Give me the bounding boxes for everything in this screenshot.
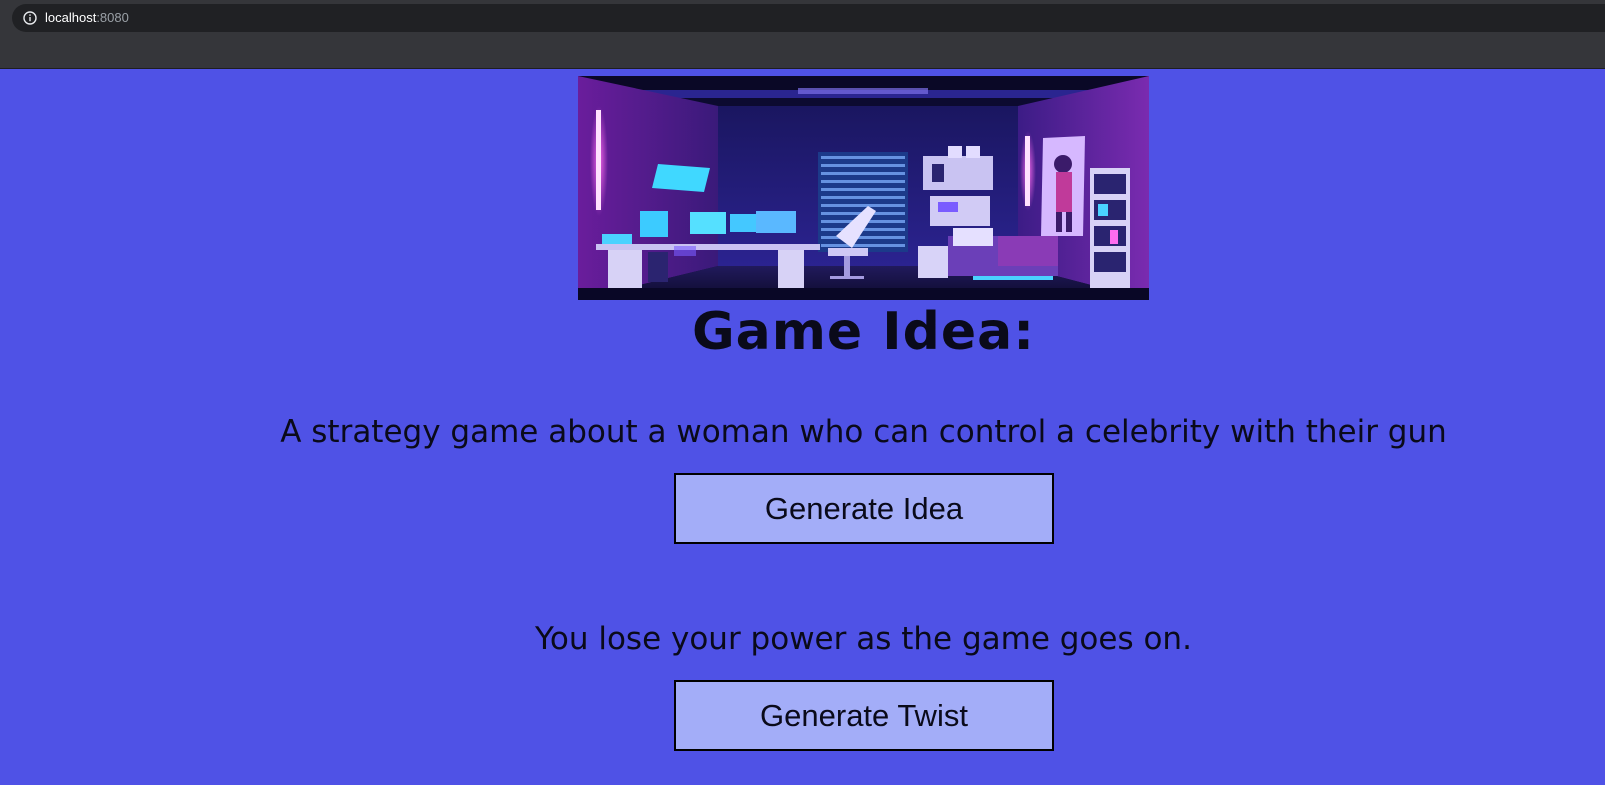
page-title: Game Idea: <box>691 302 1036 362</box>
game-twist-text: You lose your power as the game goes on. <box>535 621 1192 657</box>
generate-idea-button[interactable]: Generate Idea <box>674 473 1054 544</box>
address-bar[interactable]: localhost:8080 <box>12 4 1605 32</box>
url-text: localhost:8080 <box>45 9 129 27</box>
game-idea-text: A strategy game about a woman who can co… <box>280 414 1447 450</box>
browser-toolbar: localhost:8080 <box>0 0 1605 69</box>
hero-image-gaming-room <box>578 76 1149 300</box>
info-icon[interactable] <box>23 11 37 25</box>
page-content: Game Idea: A strategy game about a woman… <box>0 69 1605 785</box>
generate-twist-button[interactable]: Generate Twist <box>674 680 1054 751</box>
url-port: :8080 <box>96 10 129 25</box>
url-host: localhost <box>45 10 97 25</box>
